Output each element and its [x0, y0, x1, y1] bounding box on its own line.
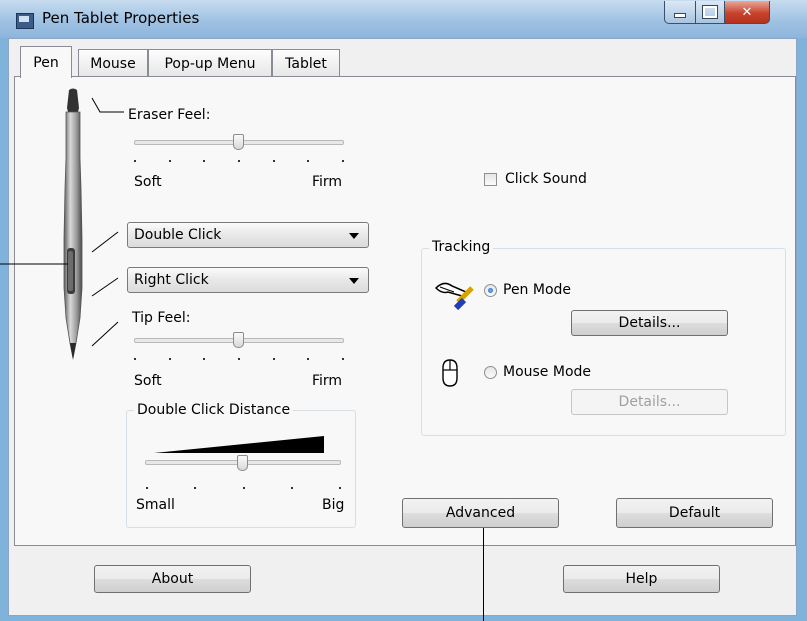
tip-soft-label: Soft: [134, 373, 162, 389]
slider-tick: [134, 160, 136, 162]
distance-wedge-icon: [154, 436, 324, 453]
pen-mode-details-button[interactable]: Details...: [571, 310, 728, 336]
double-click-distance-label: Double Click Distance: [134, 402, 294, 418]
slider-tick: [342, 358, 344, 360]
tab-popup-menu[interactable]: Pop-up Menu: [148, 49, 272, 77]
double-click-distance-ticks: [146, 487, 341, 491]
mouse-mode-radio[interactable]: [484, 366, 497, 379]
app-icon: [16, 13, 34, 29]
upper-side-switch-value: Double Click: [134, 227, 222, 243]
slider-tick: [273, 358, 275, 360]
lower-side-switch-select[interactable]: Right Click: [127, 267, 369, 293]
slider-tick: [342, 160, 344, 162]
slider-tick: [243, 487, 245, 489]
minimize-button[interactable]: [664, 1, 696, 24]
eraser-firm-label: Firm: [312, 174, 343, 190]
tab-pen[interactable]: Pen: [20, 46, 72, 78]
slider-tick: [203, 160, 205, 162]
mouse-mode-label[interactable]: Mouse Mode: [503, 364, 591, 380]
click-sound-checkbox[interactable]: [484, 173, 497, 186]
tip-feel-slider[interactable]: [233, 332, 244, 348]
upper-side-switch-select[interactable]: Double Click: [127, 222, 369, 248]
advanced-button[interactable]: Advanced: [402, 498, 559, 528]
pen-mode-radio[interactable]: [484, 284, 497, 297]
dropdown-arrow-icon: [349, 233, 359, 239]
distance-big-label: Big: [322, 497, 345, 513]
slider-tick: [339, 487, 341, 489]
maximize-button[interactable]: [695, 1, 725, 24]
window-title: Pen Tablet Properties: [42, 9, 200, 27]
mouse-icon: [442, 359, 458, 387]
double-click-distance-slider[interactable]: [237, 455, 248, 471]
about-button[interactable]: About: [94, 565, 251, 593]
maximize-icon: [703, 6, 717, 18]
slider-tick: [203, 358, 205, 360]
slider-tick: [291, 487, 293, 489]
eraser-feel-slider[interactable]: [233, 134, 244, 150]
pen-tracking-icon: [434, 282, 474, 311]
tab-tablet[interactable]: Tablet: [272, 49, 340, 77]
slider-tick: [307, 358, 309, 360]
slider-tick: [169, 358, 171, 360]
close-icon: ✕: [741, 4, 753, 20]
slider-tick: [194, 487, 196, 489]
tip-feel-ticks: [134, 358, 344, 362]
advanced-callout-line: [483, 528, 484, 621]
tip-firm-label: Firm: [312, 373, 343, 389]
dropdown-arrow-icon: [349, 278, 359, 284]
slider-tick: [134, 358, 136, 360]
click-sound-label[interactable]: Click Sound: [505, 171, 587, 187]
default-button[interactable]: Default: [616, 498, 773, 528]
help-button[interactable]: Help: [563, 565, 720, 593]
tracking-label: Tracking: [429, 239, 494, 255]
slider-tick: [238, 160, 240, 162]
eraser-feel-label: Eraser Feel:: [128, 107, 211, 123]
slider-tick: [146, 487, 148, 489]
callout-lines: [0, 97, 124, 347]
mouse-mode-details-button[interactable]: Details...: [571, 389, 728, 415]
distance-small-label: Small: [136, 497, 175, 513]
lower-side-switch-value: Right Click: [134, 272, 209, 288]
tip-feel-label: Tip Feel:: [132, 310, 191, 326]
slider-tick: [307, 160, 309, 162]
slider-tick: [238, 358, 240, 360]
eraser-feel-ticks: [134, 160, 344, 164]
tab-mouse[interactable]: Mouse: [78, 49, 148, 77]
slider-tick: [273, 160, 275, 162]
close-button[interactable]: ✕: [724, 1, 770, 24]
eraser-soft-label: Soft: [134, 174, 162, 190]
minimize-icon: [674, 13, 686, 18]
slider-tick: [169, 160, 171, 162]
pen-mode-label[interactable]: Pen Mode: [503, 282, 571, 298]
